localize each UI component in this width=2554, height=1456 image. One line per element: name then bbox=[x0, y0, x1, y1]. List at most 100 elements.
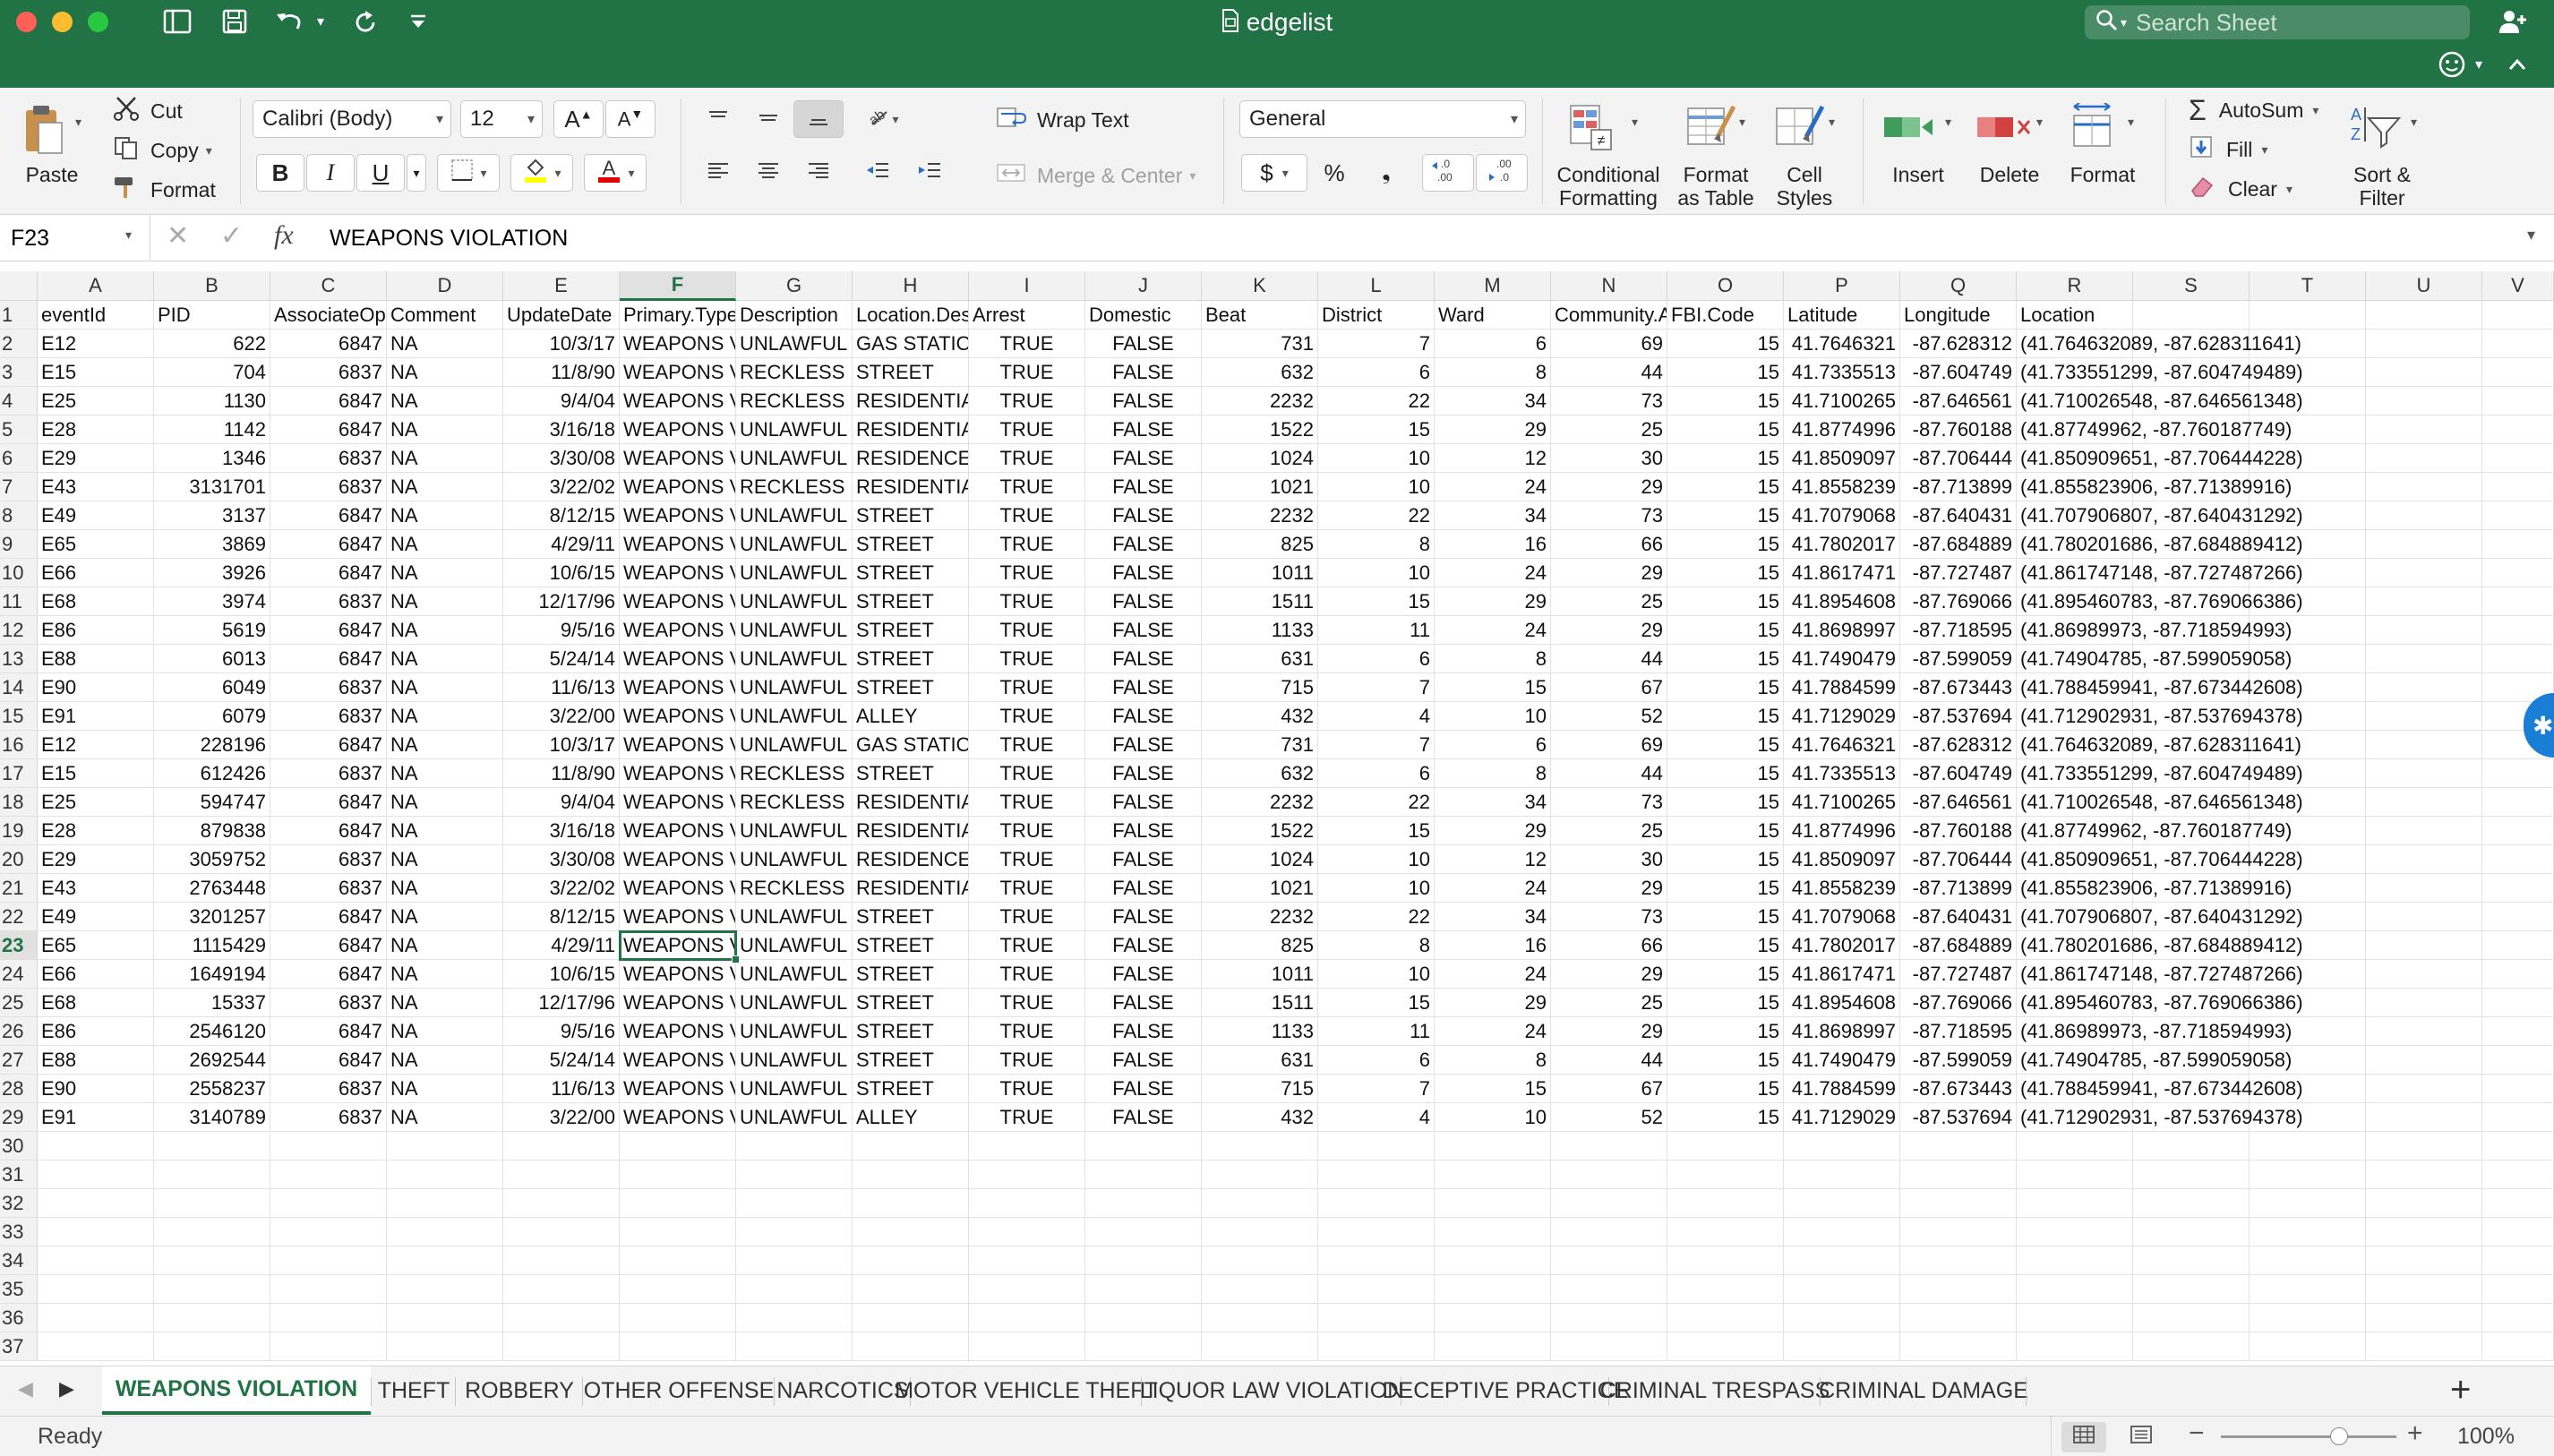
row-header[interactable]: 8 bbox=[0, 501, 38, 530]
table-cell[interactable] bbox=[2482, 1161, 2554, 1189]
table-cell[interactable]: UNLAWFUL P bbox=[736, 530, 853, 559]
table-cell[interactable] bbox=[969, 1132, 1085, 1161]
table-cell[interactable] bbox=[503, 1218, 620, 1246]
table-cell[interactable]: 44 bbox=[1551, 1046, 1667, 1075]
table-cell[interactable]: WEAPONS VI bbox=[620, 358, 736, 387]
table-cell[interactable] bbox=[2366, 903, 2482, 931]
table-cell[interactable]: 41.8954608 bbox=[1784, 587, 1900, 616]
increase-decimal-button[interactable]: .0.00 bbox=[1422, 154, 1474, 192]
table-cell[interactable]: 1133 bbox=[1202, 1017, 1318, 1046]
table-cell[interactable]: WEAPONS VI bbox=[620, 731, 736, 759]
table-cell[interactable] bbox=[2366, 530, 2482, 559]
table-cell[interactable]: UNLAWFUL P bbox=[736, 616, 853, 645]
table-cell[interactable]: 67 bbox=[1551, 673, 1667, 702]
table-cell[interactable] bbox=[503, 1332, 620, 1361]
row-header[interactable]: 7 bbox=[0, 473, 38, 501]
table-cell[interactable] bbox=[2366, 989, 2482, 1017]
table-cell[interactable]: E29 bbox=[38, 444, 154, 473]
table-cell[interactable]: 41.7335513 bbox=[1784, 358, 1900, 387]
table-cell[interactable]: 228196 bbox=[154, 731, 270, 759]
table-cell[interactable]: NA bbox=[387, 702, 503, 731]
bold-button[interactable]: B bbox=[256, 154, 304, 192]
table-cell[interactable] bbox=[2482, 788, 2554, 817]
table-cell[interactable]: 3/16/18 bbox=[503, 415, 620, 444]
row-header[interactable]: 17 bbox=[0, 759, 38, 788]
table-cell[interactable]: 15 bbox=[1667, 731, 1784, 759]
table-cell[interactable]: -87.604749 bbox=[1900, 759, 2017, 788]
table-cell[interactable]: 15 bbox=[1318, 587, 1435, 616]
sort-filter-icon[interactable]: AZ bbox=[2346, 100, 2411, 154]
table-cell[interactable]: 715 bbox=[1202, 673, 1318, 702]
insert-function-icon[interactable]: fx bbox=[274, 220, 294, 251]
table-cell[interactable]: 25 bbox=[1551, 587, 1667, 616]
table-cell[interactable] bbox=[2482, 1189, 2554, 1218]
table-cell[interactable]: (41.87749962, -87.760187749) bbox=[2017, 817, 2292, 845]
table-cell[interactable]: NA bbox=[387, 759, 503, 788]
table-cell[interactable]: FALSE bbox=[1085, 702, 1202, 731]
table-cell[interactable]: TRUE bbox=[969, 616, 1085, 645]
table-cell[interactable] bbox=[387, 1332, 503, 1361]
customize-toolbar-icon[interactable] bbox=[405, 5, 432, 38]
table-cell[interactable]: (41.86989973, -87.718594993) bbox=[2017, 1017, 2292, 1046]
table-cell[interactable]: STREET bbox=[853, 903, 969, 931]
table-cell[interactable] bbox=[2133, 1218, 2250, 1246]
table-cell[interactable]: 2763448 bbox=[154, 874, 270, 903]
table-cell[interactable]: 4 bbox=[1318, 1103, 1435, 1132]
table-cell[interactable]: 12 bbox=[1435, 444, 1551, 473]
table-cell[interactable]: 52 bbox=[1551, 1103, 1667, 1132]
table-cell[interactable]: 15 bbox=[1667, 673, 1784, 702]
table-cell[interactable] bbox=[853, 1161, 969, 1189]
table-cell[interactable] bbox=[1667, 1218, 1784, 1246]
table-cell[interactable] bbox=[38, 1246, 154, 1275]
cell-styles-dropdown-icon[interactable]: ▾ bbox=[1829, 115, 1835, 130]
row-header[interactable]: 19 bbox=[0, 817, 38, 845]
header-cell[interactable]: Location bbox=[2017, 301, 2133, 330]
table-cell[interactable]: 11/8/90 bbox=[503, 358, 620, 387]
table-cell[interactable] bbox=[853, 1332, 969, 1361]
conditional-formatting-icon[interactable]: ≠ bbox=[1565, 100, 1616, 154]
table-cell[interactable] bbox=[1318, 1304, 1435, 1332]
table-cell[interactable]: 11/6/13 bbox=[503, 673, 620, 702]
table-cell[interactable]: 6847 bbox=[270, 903, 387, 931]
table-cell[interactable]: 15 bbox=[1435, 673, 1551, 702]
cell-styles-button[interactable]: Cell Styles bbox=[1764, 163, 1845, 210]
table-cell[interactable] bbox=[1435, 1218, 1551, 1246]
table-cell[interactable]: WEAPONS VI bbox=[620, 559, 736, 587]
table-cell[interactable] bbox=[1900, 1132, 2017, 1161]
table-cell[interactable]: E88 bbox=[38, 645, 154, 673]
table-cell[interactable]: 15 bbox=[1667, 387, 1784, 415]
table-cell[interactable]: 8 bbox=[1435, 1046, 1551, 1075]
fill-button[interactable]: Fill ▾ bbox=[2189, 133, 2267, 167]
table-cell[interactable] bbox=[2366, 616, 2482, 645]
table-cell[interactable]: 41.7802017 bbox=[1784, 931, 1900, 960]
table-cell[interactable] bbox=[2366, 444, 2482, 473]
feedback-dropdown-icon[interactable]: ▾ bbox=[2470, 48, 2488, 81]
redo-icon[interactable] bbox=[347, 5, 383, 38]
table-cell[interactable]: 6837 bbox=[270, 759, 387, 788]
table-cell[interactable]: 8 bbox=[1318, 530, 1435, 559]
table-cell[interactable] bbox=[1667, 1275, 1784, 1304]
table-cell[interactable]: TRUE bbox=[969, 530, 1085, 559]
table-cell[interactable]: 6847 bbox=[270, 931, 387, 960]
table-cell[interactable] bbox=[2366, 817, 2482, 845]
table-cell[interactable]: 432 bbox=[1202, 1103, 1318, 1132]
table-cell[interactable]: FALSE bbox=[1085, 731, 1202, 759]
table-cell[interactable] bbox=[2482, 616, 2554, 645]
table-cell[interactable]: UNLAWFUL P bbox=[736, 989, 853, 1017]
table-cell[interactable]: TRUE bbox=[969, 759, 1085, 788]
table-cell[interactable]: RECKLESS FIR bbox=[736, 387, 853, 415]
save-icon[interactable] bbox=[217, 5, 253, 38]
table-cell[interactable] bbox=[853, 1132, 969, 1161]
sheet-tab[interactable]: LIQUOR LAW VIOLATION bbox=[1140, 1366, 1404, 1415]
table-cell[interactable]: NA bbox=[387, 1075, 503, 1103]
table-cell[interactable]: RESIDENTIAL bbox=[853, 874, 969, 903]
table-cell[interactable] bbox=[1551, 1332, 1667, 1361]
table-cell[interactable]: 15 bbox=[1667, 1046, 1784, 1075]
table-cell[interactable] bbox=[2366, 1218, 2482, 1246]
sheet-tab[interactable]: DECEPTIVE PRACTICE bbox=[1382, 1366, 1628, 1415]
table-cell[interactable]: WEAPONS VI bbox=[620, 501, 736, 530]
table-cell[interactable]: 15 bbox=[1435, 1075, 1551, 1103]
table-cell[interactable]: -87.760188 bbox=[1900, 817, 2017, 845]
table-cell[interactable] bbox=[154, 1275, 270, 1304]
table-cell[interactable]: 10/6/15 bbox=[503, 559, 620, 587]
